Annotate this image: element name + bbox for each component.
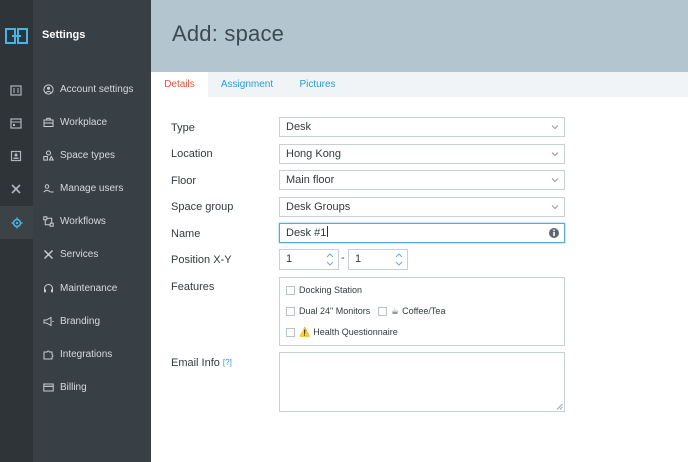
- sidebar-item-label: Maintenance: [60, 282, 118, 294]
- users-icon: [42, 182, 54, 194]
- sidebar-item-services[interactable]: Services: [42, 246, 98, 262]
- checkbox[interactable]: [286, 306, 295, 316]
- feature-docking-station[interactable]: Docking Station: [286, 284, 362, 296]
- sidebar-item-label: Space types: [60, 149, 116, 161]
- feature-label: Coffee/Tea: [402, 306, 446, 316]
- workflow-icon: [42, 215, 54, 227]
- position-label: Position X-Y: [171, 254, 232, 266]
- checkbox[interactable]: [286, 285, 295, 295]
- user-circle-icon: [42, 83, 54, 95]
- name-input[interactable]: Desk #1: [279, 223, 565, 243]
- sidebar-item-label: Workflows: [60, 215, 106, 227]
- credit-card-icon: [42, 381, 54, 393]
- sidebar-item-label: Manage users: [60, 182, 124, 194]
- shapes-icon: [42, 149, 54, 161]
- help-link[interactable]: [?]: [223, 358, 232, 367]
- sidebar-item-branding[interactable]: Branding: [42, 313, 100, 329]
- position-y-input[interactable]: 1: [348, 249, 408, 270]
- type-value: Desk: [286, 121, 312, 133]
- headset-icon: [42, 282, 54, 294]
- stepper-arrows-icon[interactable]: [395, 252, 403, 267]
- sidebar-item-label: Services: [60, 248, 99, 260]
- gear-icon[interactable]: [0, 206, 33, 239]
- location-select[interactable]: Hong Kong: [279, 144, 565, 164]
- settings-sidebar: Settings Account settings Workplace Spac…: [33, 0, 151, 462]
- feature-health-questionnaire[interactable]: ⚠️ Health Questionnaire: [286, 326, 398, 338]
- feature-dual-monitors[interactable]: Dual 24" Monitors: [286, 305, 370, 317]
- sidebar-item-label: Billing: [60, 381, 87, 393]
- floor-select[interactable]: Main floor: [279, 170, 565, 190]
- sidebar-item-space-types[interactable]: Space types: [42, 147, 115, 163]
- megaphone-icon: [42, 315, 54, 327]
- position-separator: -: [341, 252, 345, 264]
- type-select[interactable]: Desk: [279, 117, 565, 137]
- warning-icon: ⚠️: [299, 326, 311, 337]
- icon-rail: [0, 0, 33, 462]
- page-title: Add: space: [172, 21, 285, 46]
- chevron-down-icon: [551, 152, 559, 157]
- email-info-label: Email Info [?]: [171, 357, 232, 369]
- chevron-down-icon: [551, 205, 559, 210]
- stepper-arrows-icon[interactable]: [326, 252, 334, 267]
- email-info-label-text: Email Info: [171, 357, 220, 369]
- tools-icon[interactable]: [8, 181, 24, 197]
- chevron-down-icon: [551, 125, 559, 130]
- briefcase-icon: [42, 116, 54, 128]
- position-x-value: 1: [286, 253, 293, 265]
- tab-pictures[interactable]: Pictures: [291, 72, 344, 97]
- feature-label: Dual 24" Monitors: [299, 306, 371, 316]
- coffee-icon: ☕: [391, 305, 400, 316]
- name-value: Desk #1: [286, 227, 327, 239]
- sidebar-item-manage-users[interactable]: Manage users: [42, 180, 123, 196]
- calendar-icon[interactable]: [8, 115, 24, 131]
- space-group-value: Desk Groups: [286, 201, 351, 213]
- puzzle-icon: [42, 348, 54, 360]
- name-label: Name: [171, 228, 201, 240]
- tab-details[interactable]: Details: [151, 72, 208, 97]
- sidebar-item-maintenance[interactable]: Maintenance: [42, 280, 117, 296]
- page-header: Add: space: [151, 0, 688, 72]
- type-label: Type: [171, 122, 195, 134]
- sidebar-item-account-settings[interactable]: Account settings: [42, 81, 133, 97]
- checkbox[interactable]: [378, 306, 387, 316]
- position-x-input[interactable]: 1: [279, 249, 339, 270]
- badge-icon[interactable]: [8, 148, 24, 164]
- feature-label: Docking Station: [299, 285, 363, 295]
- sidebar-item-label: Branding: [60, 315, 101, 327]
- sidebar-item-label: Integrations: [60, 348, 113, 360]
- feature-label: Health Questionnaire: [313, 327, 398, 337]
- feature-coffee-tea[interactable]: ☕ Coffee/Tea: [378, 305, 445, 317]
- checkbox[interactable]: [286, 327, 295, 337]
- features-box: Docking Station Dual 24" Monitors ☕ Coff…: [279, 277, 565, 346]
- email-info-textarea[interactable]: [279, 352, 565, 412]
- features-label: Features: [171, 281, 215, 293]
- logo-icon[interactable]: [5, 28, 28, 44]
- space-group-select[interactable]: Desk Groups: [279, 197, 565, 217]
- sidebar-item-integrations[interactable]: Integrations: [42, 346, 112, 362]
- location-label: Location: [171, 148, 213, 160]
- space-group-label: Space group: [171, 201, 234, 213]
- floor-label: Floor: [171, 175, 197, 187]
- text-caret: [327, 226, 329, 237]
- chevron-down-icon: [551, 178, 559, 183]
- building-icon[interactable]: [8, 82, 24, 98]
- sidebar-item-label: Account settings: [60, 83, 134, 95]
- floor-value: Main floor: [286, 174, 335, 186]
- tools-icon: [42, 248, 54, 260]
- tab-assignment[interactable]: Assignment: [211, 72, 283, 97]
- sidebar-item-label: Workplace: [60, 116, 108, 128]
- sidebar-title: Settings: [42, 29, 86, 41]
- resize-grip-icon[interactable]: [556, 403, 563, 410]
- position-y-value: 1: [355, 253, 362, 265]
- sidebar-item-workflows[interactable]: Workflows: [42, 213, 106, 229]
- tab-bar: Details Assignment Pictures: [151, 72, 688, 97]
- autofill-info-icon[interactable]: [548, 227, 560, 239]
- location-value: Hong Kong: [286, 148, 342, 160]
- sidebar-item-workplace[interactable]: Workplace: [42, 114, 107, 130]
- sidebar-item-billing[interactable]: Billing: [42, 379, 87, 395]
